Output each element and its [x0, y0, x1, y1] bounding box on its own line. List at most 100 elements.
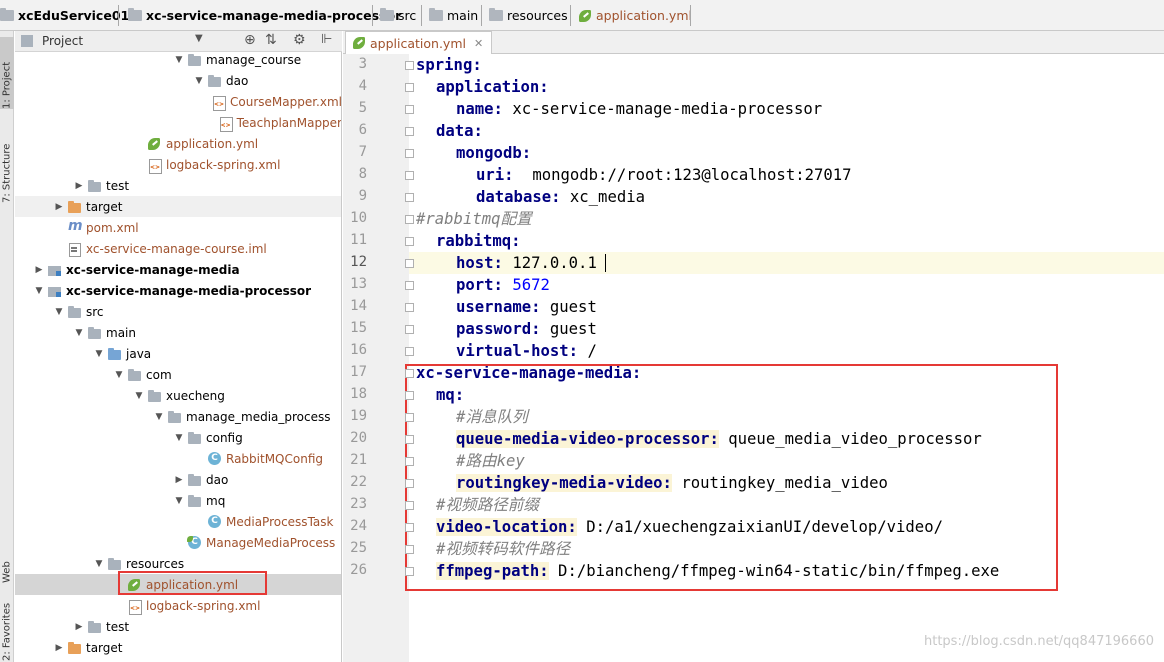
chevron-down-icon[interactable]: ▼ — [111, 370, 127, 380]
structure-tool-tab[interactable]: 7: Structure — [0, 123, 14, 203]
chevron-right-icon[interactable]: ▶ — [71, 181, 87, 191]
fold-marker-icon[interactable] — [405, 479, 414, 488]
tool-window-strip: 1: Project 7: Structure Web 2: Favorites — [0, 31, 14, 662]
fold-marker-icon[interactable] — [405, 127, 414, 136]
chevron-down-icon[interactable]: ▼ — [31, 286, 47, 296]
folder-icon — [87, 620, 103, 634]
chevron-down-icon[interactable]: ▼ — [171, 496, 187, 506]
chevron-down-icon[interactable]: ▼ — [131, 391, 147, 401]
fold-marker-icon[interactable] — [405, 457, 414, 466]
tree-item[interactable]: ▶ target — [15, 196, 341, 217]
yaml-value: xc_media — [560, 188, 645, 206]
fold-marker-icon[interactable] — [405, 435, 414, 444]
tree-item[interactable]: ▼ xc-service-manage-media-processor — [15, 280, 341, 301]
tree-item-label: CourseMapper.xml — [230, 94, 342, 109]
fold-marker-icon[interactable] — [405, 171, 414, 180]
fold-marker-icon[interactable] — [405, 523, 414, 532]
tree-item[interactable]: xc-service-manage-course.iml — [15, 238, 341, 259]
gear-icon[interactable]: ⚙ — [293, 32, 306, 48]
line-number: 8 — [358, 166, 367, 182]
view-dropdown-chevron-icon[interactable]: ▼ — [195, 33, 203, 44]
chevron-down-icon[interactable]: ▼ — [91, 349, 107, 359]
tree-item-label: manage_media_process — [186, 409, 331, 424]
web-tool-tab[interactable]: Web — [0, 541, 14, 583]
breadcrumb-item[interactable]: src — [380, 0, 416, 31]
tree-item[interactable]: ▼ com — [15, 364, 341, 385]
locate-target-icon[interactable]: ⊕ — [244, 32, 256, 48]
line-number: 10 — [350, 210, 367, 226]
yaml-key: uri: — [476, 166, 514, 184]
tree-item[interactable]: application.yml — [15, 133, 341, 154]
chevron-right-icon[interactable]: ▶ — [31, 265, 47, 275]
chevron-down-icon[interactable]: ▼ — [171, 55, 187, 65]
tree-item[interactable]: ▼ java — [15, 343, 341, 364]
tree-item[interactable]: ▼ config — [15, 427, 341, 448]
fold-marker-icon[interactable] — [405, 83, 414, 92]
tree-item-label: test — [106, 178, 130, 193]
fold-marker-icon[interactable] — [405, 391, 414, 400]
fold-marker-icon[interactable] — [405, 149, 414, 158]
fold-marker-icon[interactable] — [405, 413, 414, 422]
breadcrumb-item[interactable]: main — [429, 0, 478, 31]
tree-item-label: target — [86, 640, 123, 655]
fold-marker-icon[interactable] — [405, 61, 414, 70]
tree-item[interactable]: ▼ src — [15, 301, 341, 322]
chevron-down-icon[interactable]: ▼ — [71, 328, 87, 338]
tree-item[interactable]: logback-spring.xml — [15, 154, 341, 175]
tree-item-label: test — [106, 619, 130, 634]
hide-panel-icon[interactable]: ⊩ — [321, 32, 332, 47]
chevron-right-icon[interactable]: ▶ — [171, 475, 187, 485]
tree-item[interactable]: ▼ manage_course — [15, 52, 341, 70]
fold-marker-icon[interactable] — [405, 193, 414, 202]
tree-item[interactable]: ▼ manage_media_process — [15, 406, 341, 427]
close-icon[interactable]: ✕ — [474, 37, 483, 50]
fold-marker-icon[interactable] — [405, 259, 414, 268]
chevron-down-icon[interactable]: ▼ — [171, 433, 187, 443]
fold-marker-icon[interactable] — [405, 215, 414, 224]
breadcrumb-item[interactable]: xc-service-manage-media-processor — [128, 0, 401, 31]
project-tool-tab[interactable]: 1: Project — [0, 37, 14, 109]
fold-marker-icon[interactable] — [405, 545, 414, 554]
fold-marker-icon[interactable] — [405, 347, 414, 356]
tree-item[interactable]: TeachplanMapper — [15, 112, 341, 133]
tree-item[interactable]: ▼ main — [15, 322, 341, 343]
tree-item[interactable]: ▼ dao — [15, 70, 341, 91]
chevron-down-icon[interactable]: ▼ — [191, 76, 207, 86]
fold-marker-icon[interactable] — [405, 237, 414, 246]
tree-item[interactable]: ▼ mq — [15, 490, 341, 511]
fold-marker-icon[interactable] — [405, 281, 414, 290]
project-panel-title[interactable]: Project — [42, 34, 83, 48]
tree-item[interactable]: MediaProcessTask — [15, 511, 341, 532]
tree-item[interactable]: logback-spring.xml — [15, 595, 341, 616]
tree-item[interactable]: ▶ test — [15, 175, 341, 196]
breadcrumb-item[interactable]: resources — [489, 0, 568, 31]
chevron-right-icon[interactable]: ▶ — [51, 202, 67, 212]
fold-marker-icon[interactable] — [405, 369, 414, 378]
tree-item[interactable]: ▶ test — [15, 616, 341, 637]
tab-application-yml[interactable]: application.yml ✕ — [345, 31, 493, 54]
collapse-all-icon[interactable]: ⇅ — [265, 32, 277, 48]
tree-item[interactable]: CourseMapper.xml — [15, 91, 342, 112]
tree-item[interactable]: RabbitMQConfig — [15, 448, 341, 469]
chevron-down-icon[interactable]: ▼ — [91, 559, 107, 569]
chevron-right-icon[interactable]: ▶ — [51, 643, 67, 653]
tree-item[interactable]: ▶ target — [15, 637, 341, 658]
breadcrumb-item[interactable]: xcEduService01 — [0, 0, 129, 31]
fold-marker-icon[interactable] — [405, 325, 414, 334]
tree-item[interactable]: ▶ xc-service-manage-media — [15, 259, 341, 280]
chevron-down-icon[interactable]: ▼ — [151, 412, 167, 422]
fold-marker-icon[interactable] — [405, 303, 414, 312]
tree-item[interactable]: pom.xml — [15, 217, 341, 238]
tree-item[interactable]: ▶ dao — [15, 469, 341, 490]
tree-item-label: src — [86, 304, 104, 319]
breadcrumb-item[interactable]: application.yml — [578, 0, 692, 31]
tree-item[interactable]: ManageMediaProcess — [15, 532, 341, 553]
favorites-tool-tab[interactable]: 2: Favorites — [0, 597, 14, 661]
fold-marker-icon[interactable] — [405, 501, 414, 510]
yml-file-icon — [147, 137, 163, 151]
chevron-right-icon[interactable]: ▶ — [71, 622, 87, 632]
tree-item[interactable]: ▼ xuecheng — [15, 385, 341, 406]
fold-marker-icon[interactable] — [405, 105, 414, 114]
fold-marker-icon[interactable] — [405, 567, 414, 576]
chevron-down-icon[interactable]: ▼ — [51, 307, 67, 317]
